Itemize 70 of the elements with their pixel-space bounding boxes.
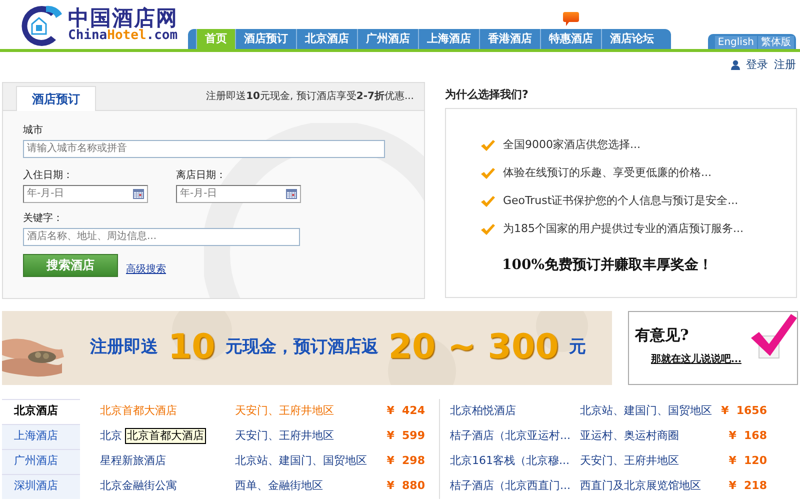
login-link[interactable]: 登录 [746, 57, 768, 74]
advanced-search-link[interactable]: 高级搜索 [126, 262, 166, 276]
nav-tab[interactable]: 香港酒店 [479, 29, 540, 49]
feature-text: 体验在线预订的乐趣、享受更低廉的价格... [503, 164, 712, 181]
feature-text: GeoTrust证书保护您的个人信息与预订是安全... [503, 192, 738, 209]
section-title: 为什么选择我们? [445, 86, 530, 102]
field-label: 城市 [23, 124, 44, 138]
check-icon [481, 224, 495, 234]
area-text: 亚运村、奥运村商圈 [580, 428, 680, 444]
logo-domain: ChinaHotel.com [68, 29, 178, 44]
price-text: ¥ 424 [386, 403, 425, 419]
city-tab[interactable]: 广州酒店 [2, 448, 80, 474]
check-icon [481, 168, 495, 178]
price-text: ¥ 599 [386, 428, 425, 444]
city-tab[interactable]: 深圳酒店 [2, 474, 80, 498]
price-text: ¥ 168 [728, 428, 767, 444]
feature-text: 为185个国家的用户提供过专业的酒店预订服务... [503, 220, 744, 237]
hotel-link[interactable]: 桔子酒店（北京西直门... [450, 475, 580, 497]
nav-tab[interactable]: 酒店论坛 [601, 29, 662, 49]
logo-title: 中国酒店网 [68, 8, 178, 30]
area-text: 北京站、建国门、国贸地区 [580, 403, 713, 419]
calendar-icon[interactable] [286, 188, 297, 198]
price-text: ¥ 298 [386, 453, 425, 469]
feature-text: 全国9000家酒店供您选择... [503, 136, 640, 153]
feedback-link[interactable]: 那就在这儿说说吧... [651, 352, 742, 367]
hotel-link[interactable]: 桔子酒店（北京亚运村... [450, 425, 580, 447]
hotel-link[interactable]: 北京161客栈（北京穆... [450, 450, 580, 472]
calendar-icon[interactable] [133, 188, 144, 198]
checkout-date-field[interactable]: 年-月-日 [176, 184, 301, 202]
field-label: 关键字： [23, 212, 64, 226]
area-text: 天安门、王府井地区 [235, 428, 335, 444]
keyword-field[interactable]: 酒店名称、地址、周边信息... [23, 228, 300, 246]
promo-text: 元 [568, 336, 586, 359]
nav-tab[interactable]: 特惠酒店 [540, 29, 601, 49]
checkin-date-field[interactable]: 年-月-日 [23, 184, 148, 202]
promo-text: 注册即送 [90, 336, 158, 359]
search-tab[interactable]: 酒店预订 [16, 86, 96, 110]
promo-text: 注册即送10元现金, 预订酒店享受2-7折优惠... [206, 90, 414, 104]
promo-amount: 10 [168, 326, 216, 369]
field-label: 入住日期： [23, 168, 74, 182]
nav-tab[interactable]: 北京酒店 [296, 29, 357, 49]
check-icon [481, 140, 495, 150]
promo-text: 元现金，预订酒店返 [225, 336, 378, 359]
hotel-link[interactable]: 北京 [100, 429, 122, 442]
price-text: ¥ 120 [728, 453, 767, 469]
area-text: 西直门及北京展览馆地区 [580, 478, 702, 494]
hotel-link[interactable]: 北京柏悦酒店 [450, 400, 580, 422]
city-tab[interactable]: 北京酒店 [2, 398, 80, 424]
feedback-title: 有意见? [635, 324, 690, 346]
tooltip: 北京首都大酒店 [125, 428, 206, 444]
register-link[interactable]: 注册 [774, 57, 796, 74]
area-text: 天安门、王府井地区 [580, 453, 680, 469]
check-icon [481, 196, 495, 206]
nav-tab[interactable]: 上海酒店 [418, 29, 479, 49]
price-text: ¥ 880 [386, 478, 425, 494]
hotel-link[interactable]: 星程新旅酒店 [100, 450, 235, 472]
hotel-link[interactable]: 北京金融街公寓 [100, 475, 235, 497]
area-text: 西单、金融街地区 [235, 478, 324, 494]
city-field[interactable]: 请输入城市名称或拼音 [23, 140, 385, 158]
city-tab[interactable]: 上海酒店 [2, 424, 80, 448]
area-text: 天安门、王府井地区 [235, 403, 335, 419]
promo-amount: 20 ~ 300 [388, 326, 559, 369]
user-icon [731, 60, 740, 70]
nav-tab[interactable]: 广州酒店 [357, 29, 418, 49]
nav-tab[interactable]: 酒店预订 [235, 29, 296, 49]
price-text: ¥ 1656 [720, 403, 767, 419]
slogan-text: 100%免费预订并赚取丰厚奖金！ [502, 256, 714, 275]
area-text: 北京站、建国门、国贸地区 [235, 453, 368, 469]
price-text: ¥ 218 [728, 478, 767, 494]
field-label: 离店日期： [176, 168, 227, 182]
